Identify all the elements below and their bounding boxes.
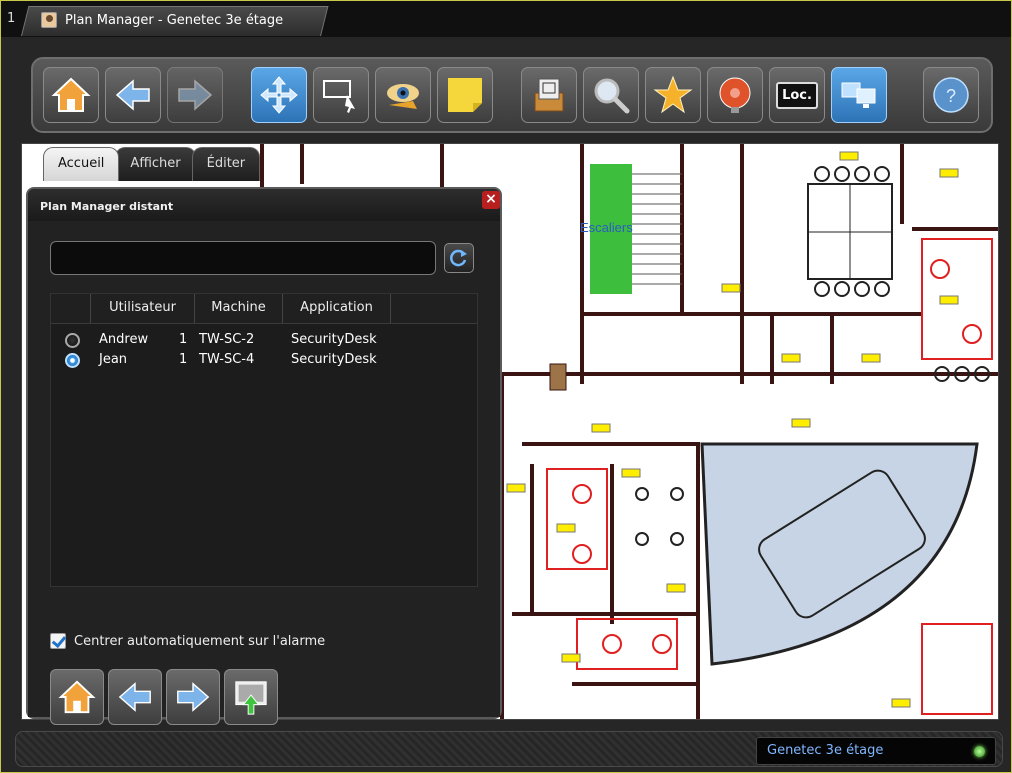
visibility-button[interactable] <box>375 67 431 123</box>
pan-button[interactable] <box>251 67 307 123</box>
notes-button[interactable] <box>437 67 493 123</box>
tab-accueil[interactable]: Accueil <box>43 147 120 181</box>
table-row[interactable]: Andrew 1 TW-SC-2 SecurityDesk <box>51 330 477 350</box>
plan-manager-icon <box>41 12 57 28</box>
auto-center-option[interactable]: Centrer automatiquement sur l'alarme <box>50 633 325 649</box>
refresh-icon <box>450 249 467 267</box>
panel-back-button[interactable] <box>108 669 162 725</box>
archive-button[interactable] <box>521 67 577 123</box>
row-radio[interactable] <box>65 333 80 348</box>
loc-monitor-icon: Loc. <box>776 81 818 109</box>
column-header-application[interactable]: Application <box>283 294 391 323</box>
arrow-right-icon <box>178 79 213 111</box>
column-header-select <box>51 294 91 323</box>
help-button[interactable]: ? <box>923 67 979 123</box>
status-bar: Genetec 3e étage <box>15 731 1003 767</box>
favorites-button[interactable] <box>645 67 701 123</box>
map-label-stairs: Escaliers <box>580 220 633 235</box>
arrow-left-icon <box>118 682 151 712</box>
alarm-bell-icon <box>719 77 751 113</box>
current-floor-indicator[interactable]: Genetec 3e étage <box>756 737 996 765</box>
home-icon <box>51 77 91 112</box>
app-window: 1 Plan Manager - Genetec 3e étage Loc. ?… <box>0 0 1012 773</box>
remote-monitors-button[interactable] <box>831 67 887 123</box>
locate-button[interactable]: Loc. <box>769 67 825 123</box>
panel-send-button[interactable] <box>224 669 278 725</box>
home-button[interactable] <box>43 67 99 123</box>
row-application: SecurityDesk <box>291 332 377 347</box>
auto-center-label: Centrer automatiquement sur l'alarme <box>74 633 326 649</box>
status-led-icon <box>974 746 985 757</box>
panel-forward-button[interactable] <box>166 669 220 725</box>
archive-icon <box>534 78 564 112</box>
window-title: Plan Manager - Genetec 3e étage <box>65 12 284 28</box>
close-icon: × <box>485 191 497 207</box>
select-area-button[interactable] <box>313 67 369 123</box>
row-id: 1 <box>179 352 188 367</box>
magnifier-icon <box>594 78 630 114</box>
alarm-button[interactable] <box>707 67 763 123</box>
refresh-button[interactable] <box>444 243 474 273</box>
send-to-monitor-icon <box>235 681 267 715</box>
tab-editer[interactable]: Éditer <box>191 147 261 181</box>
sticky-note-icon <box>448 78 482 112</box>
row-application: SecurityDesk <box>291 352 377 367</box>
panel-navigation <box>50 669 278 725</box>
column-header-user[interactable]: Utilisateur <box>91 294 195 323</box>
arrow-right-icon <box>177 682 210 712</box>
table-header: Utilisateur Machine Application <box>51 294 477 324</box>
document-tab-content[interactable]: Plan Manager - Genetec 3e étage <box>41 12 283 28</box>
row-machine: TW-SC-4 <box>199 352 255 367</box>
remote-plan-manager-panel: Plan Manager distant × Utilisateur Machi… <box>26 187 502 725</box>
panel-body: Utilisateur Machine Application Andrew 1… <box>28 221 500 725</box>
view-tabs: Accueil Afficher Éditer <box>43 147 261 181</box>
monitors-icon <box>841 82 876 108</box>
forward-button[interactable] <box>167 67 223 123</box>
move-icon <box>260 76 298 114</box>
tab-afficher[interactable]: Afficher <box>115 147 196 181</box>
rectangle-select-icon <box>323 80 355 113</box>
auto-center-checkbox[interactable] <box>50 633 66 649</box>
help-icon: ? <box>933 77 969 113</box>
tab-number: 1 <box>7 11 16 26</box>
table-row[interactable]: Jean 1 TW-SC-4 SecurityDesk <box>51 350 477 370</box>
star-icon <box>653 75 693 114</box>
panel-title: Plan Manager distant <box>28 189 500 221</box>
row-user: Andrew <box>99 332 149 347</box>
current-floor-label: Genetec 3e étage <box>767 743 884 758</box>
user-table: Utilisateur Machine Application Andrew 1… <box>50 293 478 587</box>
svg-text:?: ? <box>946 86 956 106</box>
home-icon <box>58 680 96 714</box>
search-button[interactable] <box>583 67 639 123</box>
eye-icon <box>387 84 419 109</box>
back-button[interactable] <box>105 67 161 123</box>
row-id: 1 <box>179 332 188 347</box>
title-bar: 1 Plan Manager - Genetec 3e étage <box>1 1 1011 37</box>
row-machine: TW-SC-2 <box>199 332 255 347</box>
arrow-left-icon <box>115 79 150 111</box>
search-input[interactable] <box>50 241 436 275</box>
panel-home-button[interactable] <box>50 669 104 725</box>
column-header-machine[interactable]: Machine <box>195 294 283 323</box>
close-button[interactable]: × <box>482 191 500 209</box>
row-user: Jean <box>99 352 128 367</box>
row-radio-selected[interactable] <box>65 353 80 368</box>
main-toolbar: Loc. ? <box>31 57 993 133</box>
